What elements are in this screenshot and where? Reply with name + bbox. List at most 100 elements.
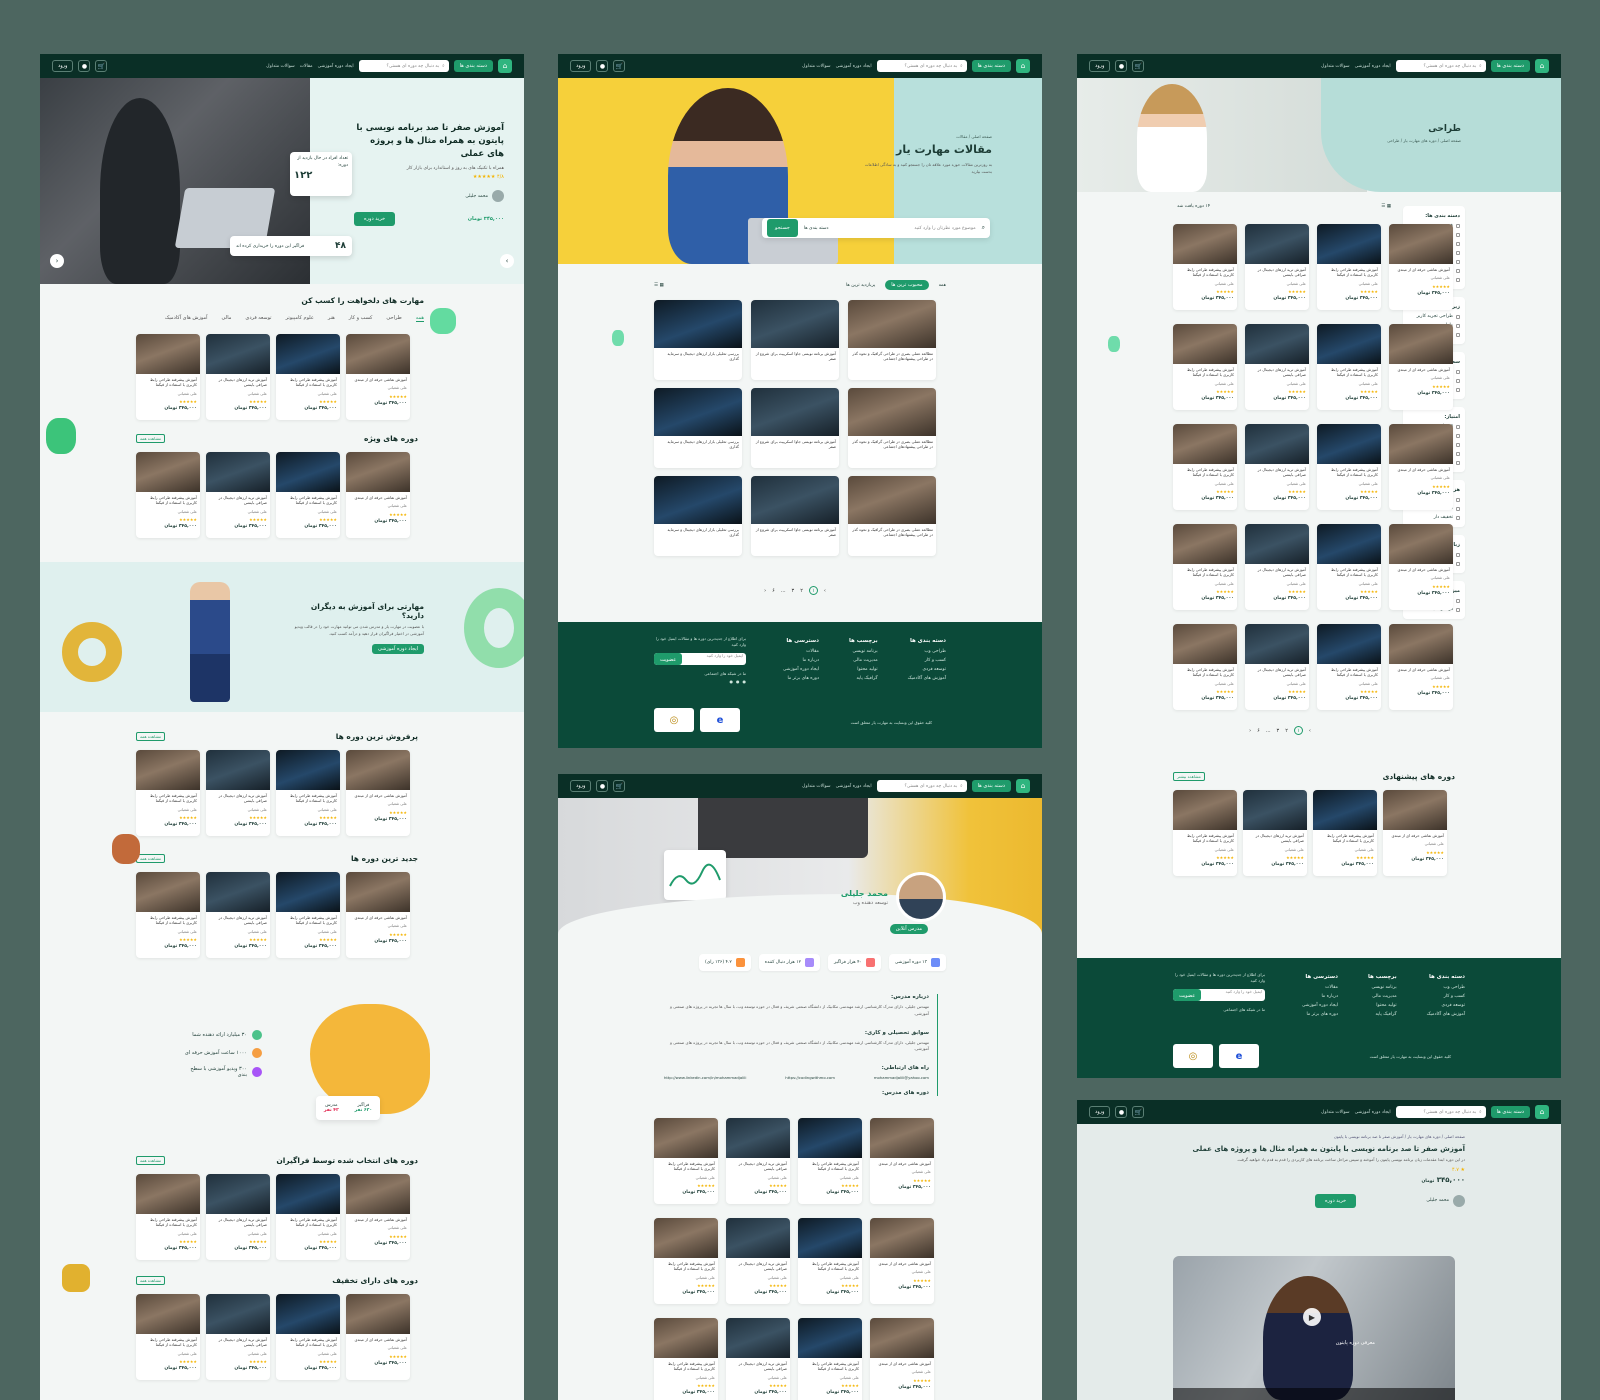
- footer-link[interactable]: درباره ما: [1302, 992, 1338, 1001]
- next-page-button[interactable]: ›: [1309, 728, 1311, 734]
- course-card[interactable]: آموزش نقاشی حرفه ای از مبتدی علی شعبانی …: [1389, 424, 1453, 510]
- nav-link-faq[interactable]: سوالات متداول: [802, 64, 830, 69]
- course-card[interactable]: آموزش ترید ارزهای دیجیتال در صرافی باینن…: [206, 750, 270, 836]
- user-icon[interactable]: ●: [1115, 60, 1128, 72]
- email-input[interactable]: ایمیل خود را وارد کنید: [682, 653, 746, 665]
- grid-view-icon[interactable]: ▦ ☰: [654, 283, 664, 288]
- course-card[interactable]: آموزش پیشرفته طراحی رابط کاربری با استفا…: [136, 1294, 200, 1380]
- footer-link[interactable]: کسب و کار: [1427, 992, 1465, 1001]
- course-card[interactable]: آموزش پیشرفته طراحی رابط کاربری با استفا…: [1173, 624, 1237, 710]
- course-card[interactable]: آموزش پیشرفته طراحی رابط کاربری با استفا…: [276, 750, 340, 836]
- course-card[interactable]: آموزش پیشرفته طراحی رابط کاربری با استفا…: [654, 1218, 718, 1304]
- search-input[interactable]: ⌕ به دنبال چه دوره ای هستی؟: [1395, 60, 1486, 72]
- article-card[interactable]: مطالعه عملی بصری در طراحی گرافیک و نحوه …: [848, 300, 936, 380]
- linkedin-link[interactable]: http://www.linkedin.com/in/mohammadjalil…: [664, 1075, 746, 1080]
- search-input[interactable]: ⌕ به دنبال چه دوره ای هستی؟: [358, 60, 449, 72]
- categories-button[interactable]: دسته بندی ها: [971, 60, 1011, 72]
- course-card[interactable]: آموزش پیشرفته طراحی رابط کاربری با استفا…: [1317, 624, 1381, 710]
- sort-tab-viewed[interactable]: پربازدید ترین ها: [846, 283, 875, 288]
- article-card[interactable]: بررسی تحلیلی بازار ارزهای دیجیتال و سرما…: [654, 300, 742, 380]
- footer-link[interactable]: کسب و کار: [908, 656, 946, 665]
- footer-link[interactable]: مدیریت مالی: [1368, 992, 1397, 1001]
- page-last[interactable]: ۶: [1257, 728, 1260, 734]
- course-card[interactable]: آموزش نقاشی حرفه ای از مبتدی علی شعبانی …: [1389, 524, 1453, 610]
- logo-icon[interactable]: ⌂: [498, 59, 512, 73]
- course-card[interactable]: آموزش پیشرفته طراحی رابط کاربری با استفا…: [276, 334, 340, 420]
- login-button[interactable]: ورود: [570, 780, 592, 792]
- nav-link-create[interactable]: ایجاد دوره آموزشی: [1355, 64, 1391, 69]
- user-icon[interactable]: ●: [78, 60, 91, 72]
- see-all-link[interactable]: مشاهده همه: [136, 732, 166, 741]
- course-card[interactable]: آموزش پیشرفته طراحی رابط کاربری با استفا…: [1173, 424, 1237, 510]
- footer-link[interactable]: ایجاد دوره آموزشی: [1302, 1001, 1338, 1010]
- tab-all[interactable]: همه: [415, 315, 424, 322]
- course-card[interactable]: آموزش پیشرفته طراحی رابط کاربری با استفا…: [798, 1218, 862, 1304]
- login-button[interactable]: ورود: [1089, 60, 1111, 72]
- course-card[interactable]: آموزش پیشرفته طراحی رابط کاربری با استفا…: [1317, 324, 1381, 410]
- page-last[interactable]: ۶: [772, 588, 775, 594]
- footer-link[interactable]: گرافیک پایه: [849, 674, 878, 683]
- tab-design[interactable]: طراحی: [386, 315, 401, 322]
- tab-personal[interactable]: توسعه فردی: [245, 315, 271, 322]
- course-video-player[interactable]: ▶ معرفی دوره پایتون: [1173, 1256, 1455, 1400]
- course-card[interactable]: آموزش پیشرفته طراحی رابط کاربری با استفا…: [1173, 524, 1237, 610]
- instagram-icon[interactable]: ●: [736, 679, 740, 685]
- play-icon[interactable]: ▶: [1303, 1308, 1321, 1326]
- cart-icon[interactable]: 🛒: [1132, 1106, 1145, 1118]
- show-more-link[interactable]: مشاهده بیشتر: [1173, 772, 1205, 781]
- filter-option[interactable]: تخفیف دار: [1408, 513, 1460, 522]
- footer-link[interactable]: توسعه فردی: [908, 665, 946, 674]
- course-card[interactable]: آموزش پیشرفته طراحی رابط کاربری با استفا…: [136, 1174, 200, 1260]
- telegram-icon[interactable]: ●: [730, 679, 734, 685]
- see-all-link[interactable]: مشاهده همه: [136, 1156, 166, 1165]
- footer-link[interactable]: برنامه نویسی: [1368, 983, 1396, 992]
- course-card[interactable]: آموزش پیشرفته طراحی رابط کاربری با استفا…: [1173, 224, 1237, 310]
- logo-icon[interactable]: ⌂: [1535, 1105, 1549, 1119]
- course-card[interactable]: آموزش ترید ارزهای دیجیتال در صرافی باینن…: [206, 452, 270, 538]
- see-all-link[interactable]: مشاهده همه: [136, 854, 166, 863]
- footer-link[interactable]: ایجاد دوره آموزشی: [783, 665, 819, 674]
- course-card[interactable]: آموزش پیشرفته طراحی رابط کاربری با استفا…: [136, 452, 200, 538]
- course-card[interactable]: آموزش نقاشی حرفه ای از مبتدی علی شعبانی …: [346, 1174, 410, 1260]
- course-card[interactable]: آموزش نقاشی حرفه ای از مبتدی علی شعبانی …: [346, 1294, 410, 1380]
- search-input[interactable]: ⌕ به دنبال چه دوره ای هستی؟: [876, 60, 967, 72]
- categories-button[interactable]: دسته بندی ها: [1490, 1106, 1530, 1118]
- article-card[interactable]: مطالعه عملی بصری در طراحی گرافیک و نحوه …: [848, 476, 936, 556]
- samandehi-badge[interactable]: ◎: [1173, 1044, 1213, 1068]
- course-card[interactable]: آموزش نقاشی حرفه ای از مبتدی علی شعبانی …: [346, 452, 410, 538]
- sort-tab-all[interactable]: همه: [939, 283, 946, 288]
- nav-link-create[interactable]: ایجاد دوره آموزشی: [318, 64, 354, 69]
- footer-link[interactable]: طراحی وب: [908, 647, 946, 656]
- categories-button[interactable]: دسته بندی ها: [1490, 60, 1530, 72]
- footer-link[interactable]: دوره های برتر ما: [783, 674, 819, 683]
- nav-link-faq[interactable]: سوالات متداول: [802, 784, 830, 789]
- course-card[interactable]: آموزش نقاشی حرفه ای از مبتدی علی شعبانی …: [1389, 324, 1453, 410]
- website-link[interactable]: https://codingwithmo.com: [785, 1075, 835, 1080]
- email-input[interactable]: ایمیل خود را وارد کنید: [1201, 989, 1265, 1001]
- buy-course-button[interactable]: خرید دوره: [354, 212, 396, 227]
- footer-link[interactable]: آموزش های آکادمیک: [908, 674, 946, 683]
- login-button[interactable]: ورود: [570, 60, 592, 72]
- next-page-button[interactable]: ›: [824, 588, 826, 594]
- course-card[interactable]: آموزش ترید ارزهای دیجیتال در صرافی باینن…: [726, 1218, 790, 1304]
- footer-link[interactable]: توسعه فردی: [1427, 1001, 1465, 1010]
- article-card[interactable]: مطالعه عملی بصری در طراحی گرافیک و نحوه …: [848, 388, 936, 468]
- user-icon[interactable]: ●: [596, 60, 609, 72]
- nav-link-create[interactable]: ایجاد دوره آموزشی: [1355, 1110, 1391, 1115]
- samandehi-badge[interactable]: ◎: [654, 708, 694, 732]
- email-link[interactable]: mohammadjalili@yahoo.com: [874, 1075, 929, 1080]
- course-card[interactable]: آموزش پیشرفته طراحی رابط کاربری با استفا…: [276, 1294, 340, 1380]
- see-all-link[interactable]: مشاهده همه: [136, 434, 166, 443]
- see-all-link[interactable]: مشاهده همه: [136, 1276, 166, 1285]
- prev-page-button[interactable]: ‹: [1249, 728, 1251, 734]
- course-card[interactable]: آموزش پیشرفته طراحی رابط کاربری با استفا…: [276, 872, 340, 958]
- search-input[interactable]: ⌕ به دنبال چه دوره ای هستی؟: [876, 780, 967, 792]
- course-card[interactable]: آموزش ترید ارزهای دیجیتال در صرافی باینن…: [1243, 790, 1307, 876]
- page-1[interactable]: ۱: [808, 586, 818, 595]
- course-card[interactable]: آموزش پیشرفته طراحی رابط کاربری با استفا…: [1317, 524, 1381, 610]
- course-card[interactable]: آموزش پیشرفته طراحی رابط کاربری با استفا…: [276, 1174, 340, 1260]
- course-card[interactable]: آموزش پیشرفته طراحی رابط کاربری با استفا…: [136, 750, 200, 836]
- tab-art[interactable]: هنر: [328, 315, 335, 322]
- course-card[interactable]: آموزش نقاشی حرفه ای از مبتدی علی شعبانی …: [346, 334, 410, 420]
- course-card[interactable]: آموزش ترید ارزهای دیجیتال در صرافی باینن…: [1245, 524, 1309, 610]
